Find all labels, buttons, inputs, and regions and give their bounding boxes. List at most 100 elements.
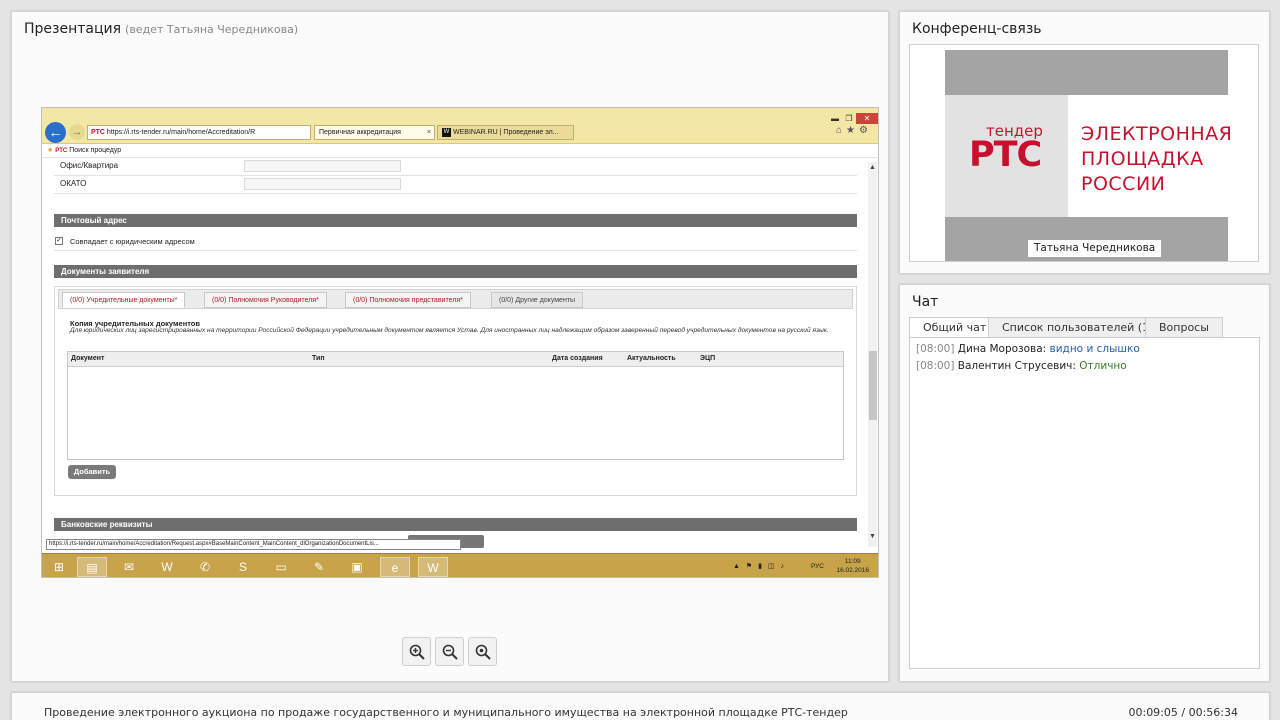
taskbar-clock[interactable]: 11:09 16.02.2016	[836, 557, 869, 575]
postal-address-section: Почтовый адрес	[54, 214, 857, 227]
chat-title: Чат	[912, 294, 939, 310]
app-icon[interactable]: ▣	[342, 557, 372, 577]
documents-box: (0/0) Учредительные документы* (0/0) Пол…	[54, 286, 857, 496]
logo-caption: ЭЛЕКТРОННАЯ ПЛОЩАДКА РОССИИ	[1081, 122, 1232, 197]
back-arrow-icon[interactable]: ←	[45, 122, 66, 143]
logo-line-1: ЭЛЕКТРОННАЯ	[1081, 123, 1233, 145]
address-bar[interactable]: РТС https://i.rts-tender.ru/main/home/Acc…	[87, 125, 311, 140]
chat-message: [08:00] Дина Морозова: видно и слышко	[916, 343, 1140, 355]
browser-action-icons[interactable]: ⌂★⚙	[836, 125, 872, 136]
message-time: [08:00]	[916, 360, 955, 372]
language-indicator[interactable]: РУС	[811, 563, 824, 570]
tab-questions[interactable]: Вопросы	[1145, 317, 1223, 338]
documents-table: Документ Тип Дата создания Актуальность …	[67, 351, 844, 460]
favorite-link[interactable]: Поиск процедур	[69, 147, 121, 154]
add-document-button[interactable]: Добавить	[68, 465, 116, 479]
zoom-out-button[interactable]	[435, 637, 464, 666]
col-type[interactable]: Тип	[312, 355, 325, 362]
clock-date: 16.02.2016	[836, 567, 869, 574]
ie-icon[interactable]: e	[380, 557, 410, 577]
message-author: Валентин Струсевич:	[957, 360, 1076, 372]
maximize-icon[interactable]: ❐	[842, 113, 856, 124]
paint-icon[interactable]: ✎	[304, 557, 334, 577]
chat-messages[interactable]: [08:00] Дина Морозова: видно и слышко [0…	[909, 337, 1260, 669]
presenter-label: (ведет Татьяна Чередникова)	[125, 23, 299, 36]
logo-emblem: тендер РТС	[945, 95, 1068, 217]
site-favicon-icon: РТС	[91, 129, 105, 136]
okato-row: ОКАТО	[54, 176, 857, 194]
office-label: Офис/Квартира	[60, 161, 119, 170]
logo-big-text: РТС	[969, 135, 1042, 175]
footer-bar: Проведение электронного аукциона по прод…	[11, 692, 1270, 720]
start-icon[interactable]: ⊞	[44, 557, 74, 577]
copy-note: Для юридических лиц зарегистрированных н…	[70, 327, 829, 334]
conference-title: Конференц-связь	[912, 21, 1042, 37]
browser-tab-webinar[interactable]: W WEBINAR.RU | Проведение эл...	[437, 125, 574, 140]
okato-label: ОКАТО	[60, 179, 87, 188]
checkbox-checked-icon[interactable]: ✓	[55, 237, 63, 245]
office-row: Офис/Квартира	[54, 158, 857, 176]
browser-tab-accreditation[interactable]: Первичная аккредитация ×	[314, 125, 435, 140]
viber-icon[interactable]: ✆	[190, 557, 220, 577]
presentation-title: Презентация	[24, 21, 122, 37]
scroll-down-icon[interactable]: ▼	[868, 533, 877, 540]
webinar-favicon-icon: W	[442, 127, 451, 137]
tab-head-authority[interactable]: (0/0) Полномочия Руководителя*	[204, 292, 327, 308]
shared-screen: ▬ ❐ ✕ ← → РТС https://i.rts-tender.ru/main/…	[41, 107, 879, 578]
favorites-bar: ★ РТС Поиск процедур	[42, 144, 878, 158]
chat-panel: Чат Общий чат Список пользователей (10) …	[899, 284, 1270, 682]
message-text: Отлично	[1079, 360, 1127, 372]
zoom-reset-button[interactable]	[468, 637, 497, 666]
speaker-name-tag: Татьяна Чередникова	[1028, 240, 1162, 257]
tab-close-icon[interactable]: ×	[427, 126, 431, 139]
system-tray-icons[interactable]: ▲ ⚑ ▮ ◫ ♪	[733, 562, 786, 570]
col-document[interactable]: Документ	[71, 355, 104, 362]
explorer-icon[interactable]: ▤	[77, 557, 107, 577]
col-signature[interactable]: ЭЦП	[700, 355, 715, 362]
notepad-icon[interactable]: ▭	[266, 557, 296, 577]
col-relevance[interactable]: Актуальность	[627, 355, 676, 362]
webinar-app-icon[interactable]: W	[418, 557, 448, 577]
zoom-out-icon	[442, 644, 458, 660]
web-page: Офис/Квартира ОКАТО Почтовый адрес ✓ Сов…	[42, 158, 866, 549]
webinar-title: Проведение электронного аукциона по прод…	[44, 706, 848, 719]
tab-representative-authority[interactable]: (0/0) Полномочия представителя*	[345, 292, 471, 308]
table-header: Документ Тип Дата создания Актуальность …	[68, 352, 843, 367]
tab-title: WEBINAR.RU | Проведение эл...	[453, 129, 559, 136]
message-author: Дина Морозова:	[957, 343, 1047, 355]
skype-icon[interactable]: S	[228, 557, 258, 577]
scroll-up-icon[interactable]: ▲	[868, 164, 877, 171]
chat-message: [08:00] Валентин Струсевич: Отлично	[916, 360, 1127, 372]
scrollbar-thumb[interactable]	[869, 351, 877, 420]
office-input[interactable]	[244, 160, 401, 172]
favorites-star-icon[interactable]: ★	[47, 147, 53, 154]
outlook-icon[interactable]: ✉	[114, 557, 144, 577]
windows-taskbar: ⊞ ▤ ✉ W ✆ S ▭ ✎ ▣ e W ▲ ⚑ ▮ ◫ ♪ РУС 11:0…	[42, 553, 878, 577]
document-tabs: (0/0) Учредительные документы* (0/0) Пол…	[58, 289, 853, 309]
tab-general-chat[interactable]: Общий чат	[909, 317, 1001, 338]
clock-time: 11:09	[844, 558, 861, 565]
word-icon[interactable]: W	[152, 557, 182, 577]
video-frame: тендер РТС ЭЛЕКТРОННАЯ ПЛОЩАДКА РОССИИ Т…	[909, 44, 1259, 262]
tab-title: Первичная аккредитация	[319, 129, 401, 136]
col-created[interactable]: Дата создания	[552, 355, 603, 362]
forward-arrow-icon[interactable]: →	[69, 124, 85, 140]
rts-favicon-icon: РТС	[55, 148, 68, 154]
bank-details-section: Банковские реквизиты	[54, 518, 857, 531]
presentation-panel: Презентация (ведет Татьяна Чередникова) ▬…	[11, 11, 889, 682]
minimize-icon[interactable]: ▬	[828, 113, 842, 124]
okato-input[interactable]	[244, 178, 401, 190]
close-icon[interactable]: ✕	[856, 113, 878, 124]
playback-time: 00:09:05 / 00:56:34	[1128, 706, 1238, 719]
zoom-in-icon	[409, 644, 425, 660]
matches-legal-address-row[interactable]: ✓ Совпадает с юридическим адресом	[54, 233, 857, 251]
status-url-tooltip: https://i.rts-tender.ru/main/home/Accred…	[46, 539, 461, 550]
tab-founding-documents[interactable]: (0/0) Учредительные документы*	[62, 292, 186, 308]
matches-legal-address-label: Совпадает с юридическим адресом	[70, 237, 195, 246]
tab-other-documents[interactable]: (0/0) Другие документы	[491, 292, 584, 308]
zoom-in-button[interactable]	[402, 637, 431, 666]
presentation-header: Презентация (ведет Татьяна Чередникова)	[24, 21, 298, 37]
browser-toolbar: ▬ ❐ ✕ ← → РТС https://i.rts-tender.ru/main/…	[42, 108, 878, 144]
applicant-documents-section: Документы заявителя	[54, 265, 857, 278]
message-text: видно и слышко	[1049, 343, 1140, 355]
